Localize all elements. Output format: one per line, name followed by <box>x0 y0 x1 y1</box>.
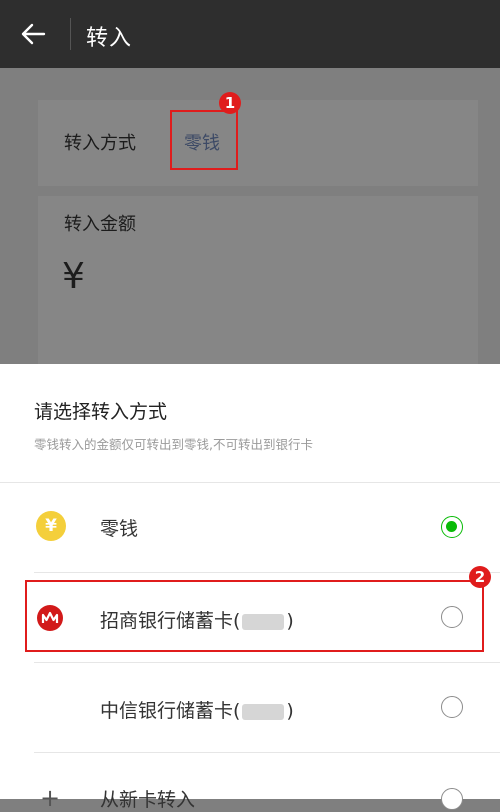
plus-icon: + <box>40 784 61 812</box>
back-arrow-icon[interactable] <box>20 21 46 47</box>
page-title: 转入 <box>86 26 133 51</box>
transfer-method-label: 转入方式 <box>64 133 136 154</box>
masked-card-number <box>242 703 285 720</box>
top-bar: 转入 <box>0 0 500 68</box>
divider <box>34 572 500 573</box>
option-label: 零钱 <box>100 518 139 540</box>
divider <box>34 662 500 663</box>
annotation-badge-1: 1 <box>219 92 241 114</box>
sheet-title: 请选择转入方式 <box>34 401 168 423</box>
divider <box>34 752 500 753</box>
radio-unchecked-icon[interactable] <box>441 788 463 810</box>
transfer-amount-label: 转入金额 <box>64 214 136 235</box>
option-label: 中信银行储蓄卡() <box>100 700 294 722</box>
divider <box>0 482 500 483</box>
annotation-badge-2: 2 <box>469 566 491 588</box>
annotation-box-1 <box>170 110 238 170</box>
currency-symbol: ¥ <box>62 256 85 297</box>
annotation-box-2 <box>25 580 484 652</box>
sheet-subtitle: 零钱转入的金额仅可转出到零钱,不可转出到银行卡 <box>34 437 313 452</box>
radio-unchecked-icon[interactable] <box>441 696 463 718</box>
radio-checked-icon[interactable] <box>441 516 463 538</box>
header-divider <box>70 18 71 50</box>
coin-icon: ¥ <box>36 511 66 541</box>
